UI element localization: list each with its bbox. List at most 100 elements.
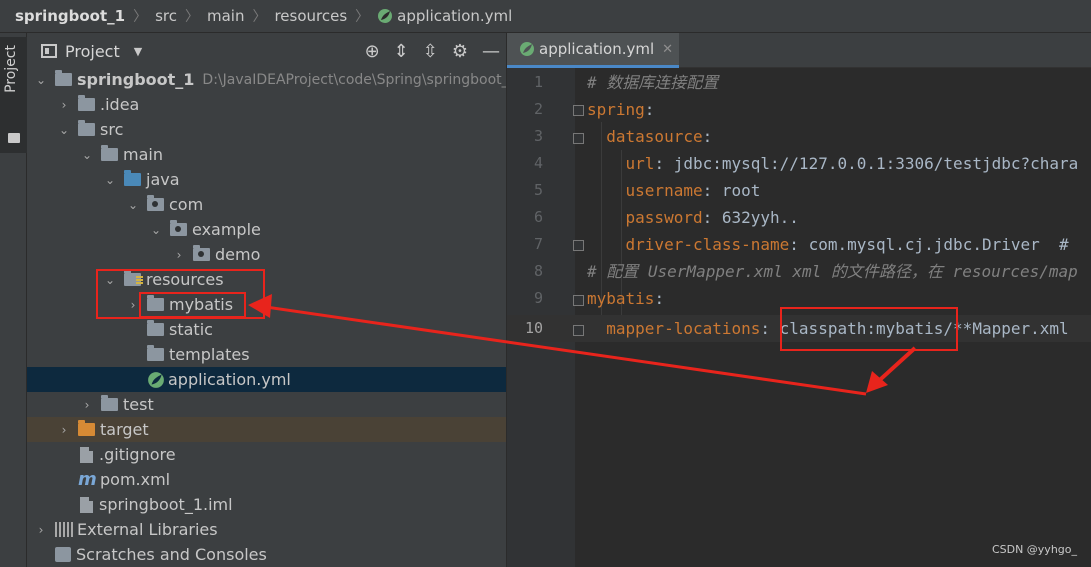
breadcrumb-item[interactable]: springboot_1 xyxy=(15,7,125,25)
tree-item-springboot-1[interactable]: ⌄ springboot_1 D:\JavaIDEAProject\code\S… xyxy=(27,67,506,92)
package-icon xyxy=(170,220,187,236)
project-view-icon xyxy=(41,44,57,58)
code-line: 4 url: jdbc:mysql://127.0.0.1:3306/testj… xyxy=(507,150,1091,177)
code-line: 7 driver-class-name: com.mysql.cj.jdbc.D… xyxy=(507,231,1091,258)
file-icon xyxy=(80,446,93,463)
tree-item-label: src xyxy=(100,120,124,139)
chevron-right-icon[interactable]: › xyxy=(58,98,70,112)
yaml-key: password xyxy=(625,208,703,227)
line-number: 6 xyxy=(533,208,543,226)
project-stripe-label: Project xyxy=(3,45,19,93)
tree-item-gitignore[interactable]: .gitignore xyxy=(27,442,506,467)
annotation-box-classpath xyxy=(780,307,958,351)
line-number: 8 xyxy=(533,262,543,280)
tree-item-example[interactable]: ⌄ example xyxy=(27,217,506,242)
chevron-right-icon[interactable]: › xyxy=(81,398,93,412)
folder-icon xyxy=(147,345,164,361)
tab-label: application.yml xyxy=(539,40,655,58)
folder-icon xyxy=(101,395,118,411)
gear-icon[interactable]: ⚙ xyxy=(452,41,468,62)
tree-item-demo[interactable]: › demo xyxy=(27,242,506,267)
yaml-comment: # 数据库连接配置 xyxy=(587,73,719,92)
spring-leaf-icon xyxy=(377,8,393,24)
libraries-icon xyxy=(55,522,73,537)
chevron-right-icon[interactable]: › xyxy=(58,423,70,437)
project-tool-button[interactable]: Project xyxy=(0,37,27,153)
yaml-key: driver-class-name xyxy=(625,235,790,254)
excluded-folder-icon xyxy=(78,420,95,436)
collapse-all-icon[interactable]: ⇳ xyxy=(423,41,438,62)
scratches-icon xyxy=(55,547,71,562)
line-number: 10 xyxy=(524,319,543,337)
yaml-key: spring xyxy=(587,100,645,119)
tab-application-yml[interactable]: application.yml ✕ xyxy=(507,33,679,68)
folder-icon xyxy=(147,320,164,336)
tree-item-scratches[interactable]: Scratches and Consoles xyxy=(27,542,506,567)
minimize-icon[interactable]: — xyxy=(482,41,500,62)
chevron-right-icon[interactable]: › xyxy=(35,523,47,537)
tree-item-pom-xml[interactable]: m pom.xml xyxy=(27,467,506,492)
yaml-value: jdbc:mysql://127.0.0.1:3306/testjdbc?cha… xyxy=(673,154,1079,173)
tree-item-label: application.yml xyxy=(168,370,291,389)
chevron-right-icon[interactable]: › xyxy=(173,248,185,262)
tree-item-label: External Libraries xyxy=(77,520,218,539)
tree-item-path: D:\JavaIDEAProject\code\Spring\springboo… xyxy=(202,71,506,88)
fold-marker-icon[interactable] xyxy=(573,240,584,251)
tree-item-label: templates xyxy=(169,345,250,364)
chevron-down-icon[interactable]: ⌄ xyxy=(35,73,47,87)
package-icon xyxy=(147,195,164,211)
breadcrumb-item[interactable]: resources xyxy=(274,7,347,25)
tree-item-application-yml[interactable]: application.yml xyxy=(27,367,506,392)
line-number: 5 xyxy=(533,181,543,199)
maven-icon: m xyxy=(78,469,97,490)
chevron-down-icon[interactable]: ⌄ xyxy=(104,173,116,187)
breadcrumb-item[interactable]: src xyxy=(155,7,177,25)
tree-item-com[interactable]: ⌄ com xyxy=(27,192,506,217)
folder-icon xyxy=(101,145,118,161)
breadcrumb-item[interactable]: main xyxy=(207,7,244,25)
chevron-down-icon[interactable]: ⌄ xyxy=(81,148,93,162)
tree-item-label: com xyxy=(169,195,204,214)
yaml-sep: : xyxy=(654,154,674,173)
fold-marker-icon[interactable] xyxy=(573,325,584,336)
breadcrumb: springboot_1 〉 src 〉 main 〉 resources 〉 … xyxy=(0,0,1091,33)
package-icon xyxy=(193,245,210,261)
folder-icon xyxy=(8,133,20,143)
fold-marker-icon[interactable] xyxy=(573,295,584,306)
line-number: 2 xyxy=(533,100,543,118)
yaml-sep: : xyxy=(702,181,722,200)
chevron-down-icon[interactable]: ⌄ xyxy=(58,123,70,137)
code-line: 5 username: root xyxy=(507,177,1091,204)
chevron-down-icon[interactable]: ▼ xyxy=(134,45,142,58)
breadcrumb-item[interactable]: application.yml xyxy=(397,7,512,25)
tree-item-iml[interactable]: springboot_1.iml xyxy=(27,492,506,517)
close-icon[interactable]: ✕ xyxy=(662,42,673,57)
file-icon xyxy=(80,496,93,513)
tree-item-test[interactable]: › test xyxy=(27,392,506,417)
code-line: 6 password: 632yyh.. xyxy=(507,204,1091,231)
chevron-down-icon[interactable]: ⌄ xyxy=(150,223,162,237)
tree-item-target[interactable]: › target xyxy=(27,417,506,442)
yaml-key: url xyxy=(625,154,655,173)
tree-item-main[interactable]: ⌄ main xyxy=(27,142,506,167)
yaml-sep: : xyxy=(654,289,665,308)
tree-item-label: springboot_1.iml xyxy=(99,495,233,514)
folder-icon xyxy=(78,120,95,136)
tree-item-idea[interactable]: › .idea xyxy=(27,92,506,117)
tree-item-templates[interactable]: templates xyxy=(27,342,506,367)
tree-item-label: .gitignore xyxy=(99,445,176,464)
tree-item-java[interactable]: ⌄ java xyxy=(27,167,506,192)
editor-tab-bar: application.yml ✕ xyxy=(507,33,1091,68)
fold-marker-icon[interactable] xyxy=(573,105,584,116)
project-toolbar: ⊕ ⇕ ⇳ ⚙ — xyxy=(365,41,500,62)
locate-icon[interactable]: ⊕ xyxy=(365,41,380,62)
chevron-down-icon[interactable]: ⌄ xyxy=(127,198,139,212)
fold-marker-icon[interactable] xyxy=(573,133,584,144)
project-panel-title[interactable]: Project xyxy=(65,42,120,61)
tree-item-src[interactable]: ⌄ src xyxy=(27,117,506,142)
code-line: 1 # 数据库连接配置 xyxy=(507,69,1091,96)
expand-all-icon[interactable]: ⇕ xyxy=(394,41,409,62)
tree-item-external-libraries[interactable]: › External Libraries xyxy=(27,517,506,542)
tree-item-static[interactable]: static xyxy=(27,317,506,342)
